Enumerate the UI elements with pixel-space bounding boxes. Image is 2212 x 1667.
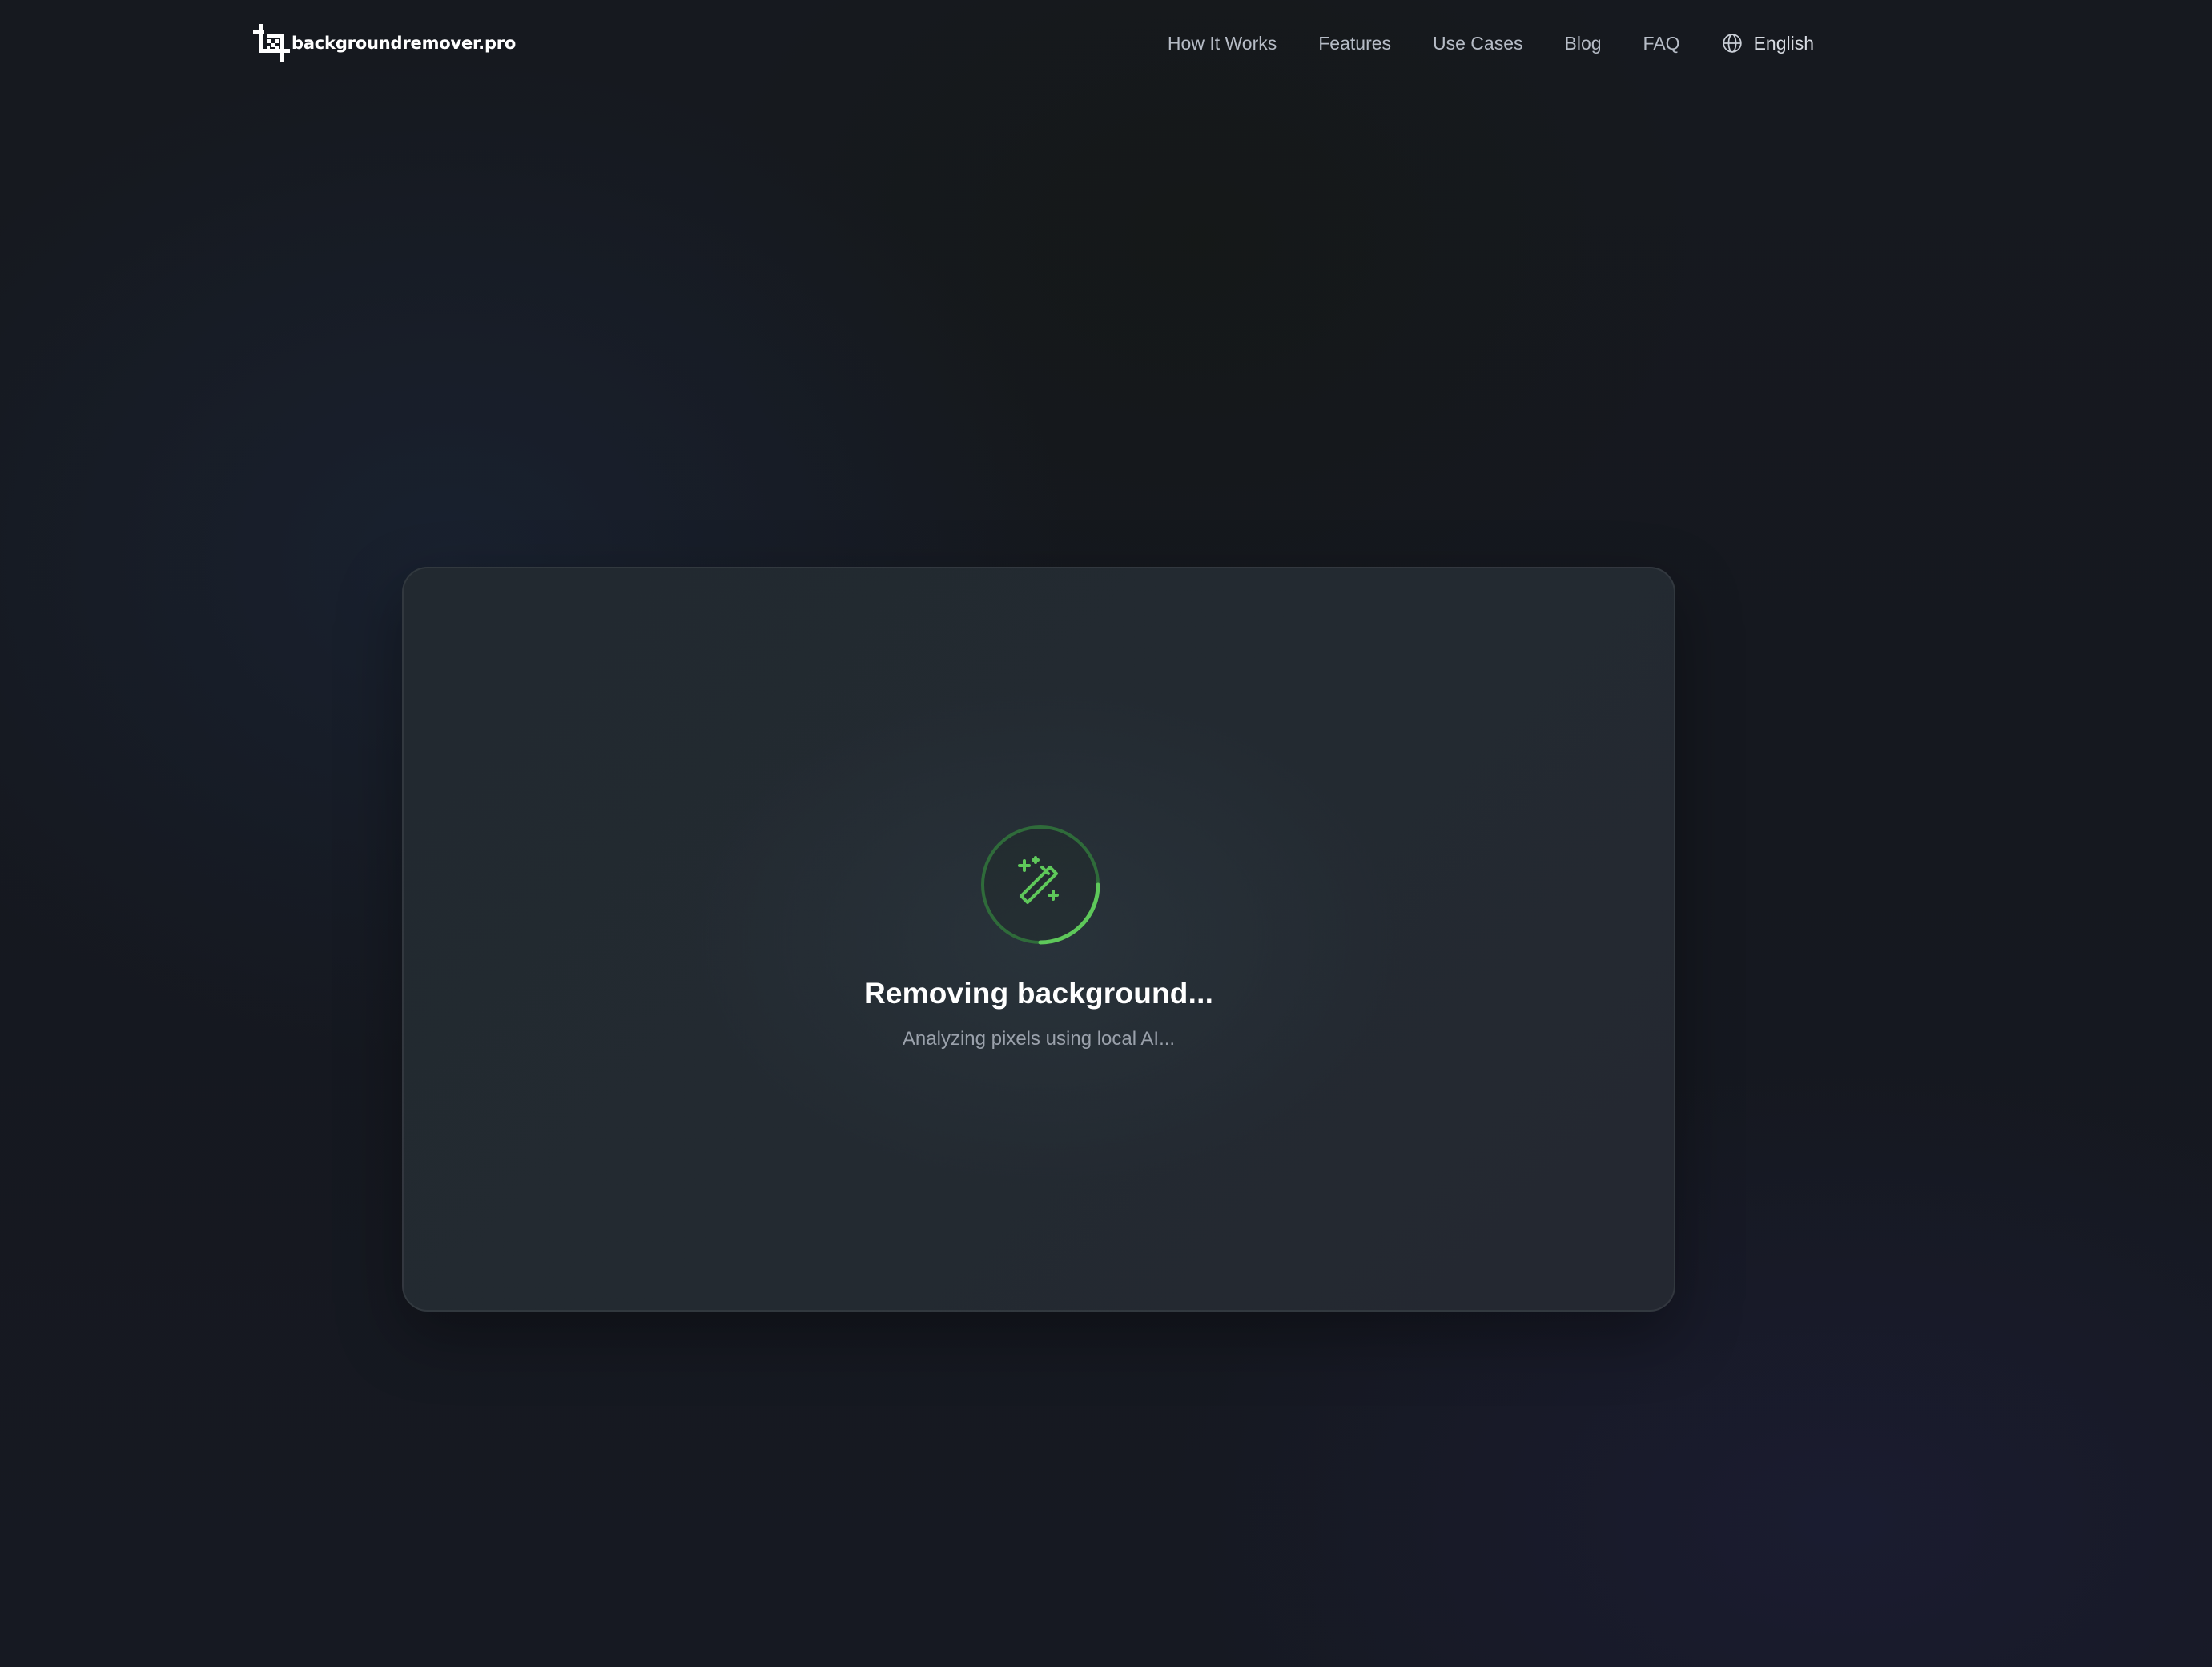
nav-blog[interactable]: Blog xyxy=(1565,33,1602,54)
main-nav: How It Works Features Use Cases Blog FAQ… xyxy=(1168,27,1814,59)
nav-how-it-works[interactable]: How It Works xyxy=(1168,33,1277,54)
site-logo[interactable]: backgroundremover.pro xyxy=(253,24,516,62)
processing-card: Removing background... Analyzing pixels … xyxy=(402,567,1675,1312)
crop-icon xyxy=(253,24,290,62)
progress-spinner xyxy=(980,825,1100,945)
nav-features[interactable]: Features xyxy=(1318,33,1391,54)
globe-icon xyxy=(1722,34,1742,53)
status-subtitle: Analyzing pixels using local AI... xyxy=(902,1028,1176,1050)
site-header: backgroundremover.pro How It Works Featu… xyxy=(0,0,2212,88)
language-selector[interactable]: English xyxy=(1722,33,1814,54)
logo-text: backgroundremover.pro xyxy=(292,34,517,53)
nav-faq[interactable]: FAQ xyxy=(1643,33,1680,54)
status-title: Removing background... xyxy=(863,977,1214,1010)
language-label: English xyxy=(1753,32,1814,54)
nav-use-cases[interactable]: Use Cases xyxy=(1433,33,1522,54)
